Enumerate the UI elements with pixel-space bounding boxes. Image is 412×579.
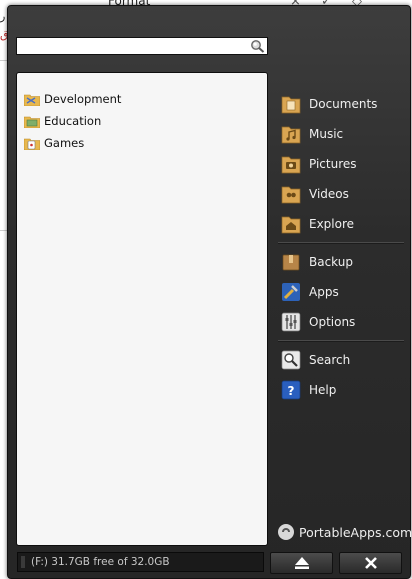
sidebar-item-label: Documents: [309, 97, 378, 111]
portableapps-brand[interactable]: PortableApps.com: [277, 523, 412, 541]
portableapps-menu: Development Education Games Documents Mu…: [7, 5, 412, 579]
documents-folder-icon: [281, 96, 301, 114]
eject-icon: [294, 557, 309, 569]
sidebar-item-label: Music: [309, 127, 344, 141]
sidebar-divider: [278, 242, 404, 244]
drive-space-bar: (F:) 31.7GB free of 32.0GB: [17, 552, 264, 572]
tree-item-label: Development: [44, 92, 122, 106]
backup-icon: [282, 254, 300, 271]
sidebar-item-help[interactable]: ? Help: [278, 375, 404, 405]
folder-education-icon: [24, 116, 40, 128]
music-folder-icon: [281, 126, 301, 144]
sidebar-item-label: Search: [309, 353, 351, 367]
sidebar-item-label: Help: [309, 383, 337, 397]
sidebar-item-pictures[interactable]: Pictures: [278, 149, 404, 179]
sidebar-divider: [278, 340, 404, 342]
apps-icon: [282, 283, 300, 301]
tree-item-games[interactable]: Games: [24, 134, 84, 152]
tree-item-development[interactable]: Development: [24, 90, 121, 108]
drive-space-label: (F:) 31.7GB free of 32.0GB: [31, 556, 170, 568]
folder-development-icon: [24, 94, 40, 106]
sidebar-item-label: Apps: [309, 285, 339, 299]
portableapps-logo-icon: [278, 524, 294, 540]
videos-folder-icon: [281, 186, 301, 204]
search-icon[interactable]: [249, 39, 265, 53]
drive-usage-indicator: [21, 556, 25, 568]
sidebar-item-videos[interactable]: Videos: [278, 179, 404, 209]
sidebar-item-backup[interactable]: Backup: [278, 247, 404, 277]
explore-folder-icon: [281, 216, 301, 234]
search-input[interactable]: [20, 42, 246, 57]
tree-item-label: Education: [44, 114, 102, 128]
search-box[interactable]: [16, 37, 268, 57]
close-button[interactable]: [339, 552, 402, 574]
sidebar-item-apps[interactable]: Apps: [278, 277, 404, 307]
sidebar-menu: Documents Music Pictures Videos Explore …: [278, 89, 404, 405]
background-text-fragment: ر: [0, 10, 6, 23]
sidebar-item-label: Videos: [309, 187, 349, 201]
app-tree-panel: Development Education Games: [16, 72, 268, 546]
sidebar-item-label: Backup: [309, 255, 353, 269]
help-icon: ?: [281, 380, 301, 400]
tree-item-label: Games: [44, 136, 85, 150]
close-icon: [364, 557, 377, 569]
sidebar-item-label: Pictures: [309, 157, 357, 171]
sidebar-item-label: Explore: [309, 217, 355, 231]
tree-item-education[interactable]: Education: [24, 112, 101, 130]
options-icon: [281, 312, 301, 332]
pictures-folder-icon: [281, 156, 301, 174]
folder-games-icon: [24, 138, 40, 150]
sidebar-item-music[interactable]: Music: [278, 119, 404, 149]
sidebar-item-label: Options: [309, 315, 356, 329]
search-magnifier-icon: [281, 350, 301, 370]
sidebar-item-documents[interactable]: Documents: [278, 89, 404, 119]
eject-button[interactable]: [270, 552, 333, 574]
sidebar-item-options[interactable]: Options: [278, 307, 404, 337]
svg-text:?: ?: [288, 384, 295, 398]
sidebar-item-explore[interactable]: Explore: [278, 209, 404, 239]
brand-label: PortableApps.com: [299, 524, 412, 540]
sidebar-item-search[interactable]: Search: [278, 345, 404, 375]
